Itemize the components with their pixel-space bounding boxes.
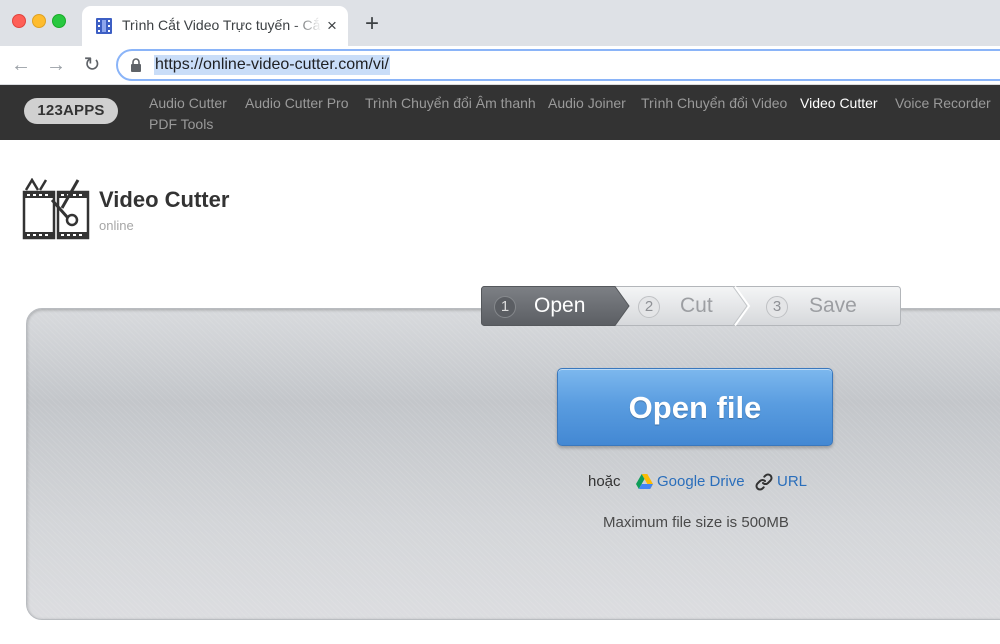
site-logo[interactable]: 123APPS — [24, 98, 118, 124]
step-save[interactable]: 3 Save — [761, 286, 896, 326]
reload-icon[interactable]: ↻ — [80, 53, 104, 77]
site-nav: 123APPS Audio Cutter Audio Cutter Pro Tr… — [0, 85, 1000, 140]
google-drive-icon[interactable] — [636, 474, 653, 490]
nav-link-voice-recorder[interactable]: Voice Recorder — [895, 94, 991, 112]
tab-title: Trình Cắt Video Trực tuyến - Cắt Video — [122, 17, 322, 33]
nav-link-audio-cutter[interactable]: Audio Cutter — [149, 94, 227, 112]
step-label: Cut — [680, 294, 713, 317]
page-title: Video Cutter — [99, 187, 230, 212]
video-cutter-logo-icon — [22, 178, 90, 240]
url-text[interactable]: https://online-video-cutter.com/vi/ — [154, 55, 390, 75]
tab-close-icon[interactable]: × — [322, 16, 342, 36]
browser-tab-strip: Trình Cắt Video Trực tuyến - Cắt Video ×… — [0, 0, 1000, 46]
max-file-size-note: Maximum file size is 500MB — [603, 514, 789, 531]
url-link[interactable]: URL — [777, 473, 807, 490]
forward-arrow-icon[interactable]: → — [44, 53, 68, 77]
film-icon — [96, 18, 112, 34]
browser-toolbar: ← → ↻ https://online-video-cutter.com/vi… — [0, 46, 1000, 85]
step-cut[interactable]: 2 Cut — [631, 286, 746, 326]
step-label: Save — [809, 294, 857, 317]
open-file-button[interactable]: Open file — [557, 368, 833, 446]
step-label: Open — [534, 294, 586, 317]
step-open[interactable]: 1 Open — [481, 286, 626, 326]
steps-indicator: 1 Open 2 Cut 3 Save — [481, 286, 901, 326]
lock-icon — [131, 58, 141, 72]
new-tab-button[interactable]: + — [360, 12, 384, 36]
step-number: 3 — [766, 296, 788, 318]
nav-link-video-cutter[interactable]: Video Cutter — [800, 94, 878, 112]
link-icon[interactable] — [755, 473, 773, 491]
close-window-button[interactable] — [12, 14, 26, 28]
nav-link-audio-converter[interactable]: Trình Chuyển đổi Âm thanh — [365, 94, 536, 112]
nav-link-audio-joiner[interactable]: Audio Joiner — [548, 94, 626, 112]
page-subtitle: online — [99, 218, 134, 233]
nav-link-audio-cutter-pro[interactable]: Audio Cutter Pro — [245, 94, 349, 112]
back-arrow-icon[interactable]: ← — [9, 53, 33, 77]
google-drive-link[interactable]: Google Drive — [657, 473, 745, 490]
maximize-window-button[interactable] — [52, 14, 66, 28]
address-bar[interactable]: https://online-video-cutter.com/vi/ — [116, 49, 1000, 81]
or-label: hoặc — [588, 473, 621, 490]
nav-link-pdf-tools[interactable]: PDF Tools — [149, 115, 213, 133]
minimize-window-button[interactable] — [32, 14, 46, 28]
step-number: 2 — [638, 296, 660, 318]
nav-link-video-converter[interactable]: Trình Chuyển đổi Video — [641, 94, 787, 112]
browser-tab-active[interactable]: Trình Cắt Video Trực tuyến - Cắt Video × — [82, 6, 348, 46]
step-number: 1 — [494, 296, 516, 318]
upload-panel — [26, 308, 1000, 620]
